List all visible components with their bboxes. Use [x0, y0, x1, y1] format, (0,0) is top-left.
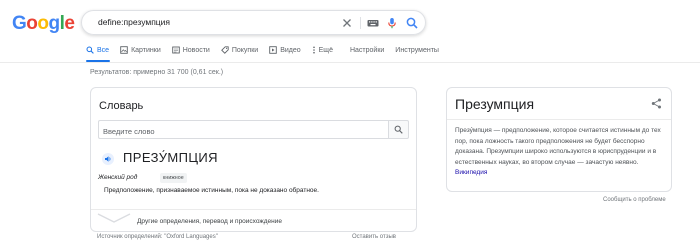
image-icon	[120, 46, 128, 54]
dictionary-search-button[interactable]	[388, 120, 409, 139]
more-definitions-label: Другие определения, перевод и происхожде…	[137, 218, 282, 225]
keyboard-icon[interactable]	[366, 16, 380, 30]
tab-tools[interactable]: Инструменты	[395, 44, 439, 56]
news-icon	[171, 46, 180, 54]
search-icon	[394, 125, 403, 134]
tab-shopping[interactable]: Покупки	[221, 44, 258, 56]
wikipedia-link[interactable]: Википедия	[455, 169, 487, 176]
share-icon[interactable]	[651, 98, 662, 109]
report-problem-link[interactable]: Сообщить о проблеме	[603, 197, 666, 203]
definitions-source: Источник определений: "Oxford Languages"	[97, 234, 218, 240]
feedback-link[interactable]: Оставить отзыв	[352, 234, 396, 240]
play-icon	[269, 46, 277, 54]
dictionary-title: Словарь	[99, 100, 144, 112]
logo-letter-2: o	[37, 13, 49, 34]
tab-label: Видео	[280, 46, 301, 54]
knowledge-panel-divider	[447, 119, 671, 120]
search-submit-icon[interactable]	[405, 16, 419, 30]
tab-label: Новости	[182, 46, 210, 54]
knowledge-panel: Презумпция Презу́мпция — предположение, …	[446, 87, 672, 192]
part-of-speech: Женский род	[98, 174, 138, 181]
result-stats: Результатов: примерно 31 700 (0,61 сек.)	[90, 69, 224, 76]
dictionary-input-wrapper	[98, 120, 388, 140]
dictionary-word-input[interactable]	[99, 123, 388, 140]
headword: ПРЕЗУ́МПЦИЯ	[123, 150, 218, 165]
definition-text: Предположение, признаваемое истинным, по…	[104, 187, 319, 194]
logo-letter-3: g	[48, 13, 61, 34]
tab-label: Ещё	[318, 46, 333, 54]
search-input[interactable]: define:презумпция	[98, 17, 170, 27]
tab-label: Покупки	[231, 46, 259, 54]
more-vert-icon	[312, 46, 315, 54]
search-divider	[360, 17, 361, 29]
tab-settings[interactable]: Настройки	[350, 44, 384, 56]
microphone-icon[interactable]	[385, 16, 399, 30]
dictionary-card: Словарь ПРЕЗУ́МПЦИЯ Женский род книжное …	[90, 87, 417, 232]
clear-icon[interactable]	[340, 16, 354, 30]
search-tabs: Все Картинки Новости Покупки Видео Ещё Н…	[86, 44, 450, 56]
tab-label: Инструменты	[395, 46, 439, 54]
knowledge-panel-title: Презумпция	[455, 96, 535, 112]
logo-letter-1: o	[26, 13, 38, 34]
google-logo[interactable]: Google	[12, 13, 75, 35]
tab-more[interactable]: Ещё	[312, 44, 333, 56]
tag-icon	[221, 46, 229, 54]
register-badge: книжное	[160, 173, 187, 183]
knowledge-panel-description: Презу́мпция — предположение, которое счи…	[455, 126, 667, 179]
tab-video[interactable]: Видео	[269, 44, 301, 56]
chevron-down-icon	[97, 213, 131, 223]
search-icon	[86, 46, 94, 54]
more-definitions-row[interactable]: Другие определения, перевод и происхожде…	[91, 209, 416, 231]
search-box[interactable]: define:презумпция	[81, 10, 426, 35]
logo-letter-0: G	[12, 13, 27, 34]
description-text: Презу́мпция — предположение, которое счи…	[455, 127, 661, 166]
header-divider	[0, 62, 700, 63]
tab-images[interactable]: Картинки	[120, 44, 161, 56]
tab-news[interactable]: Новости	[171, 44, 210, 56]
tab-label: Все	[97, 46, 110, 54]
tab-all[interactable]: Все	[86, 44, 109, 56]
logo-letter-5: e	[64, 13, 75, 34]
tab-label: Настройки	[349, 46, 385, 54]
tab-label: Картинки	[131, 46, 161, 54]
speaker-icon[interactable]	[102, 153, 114, 165]
